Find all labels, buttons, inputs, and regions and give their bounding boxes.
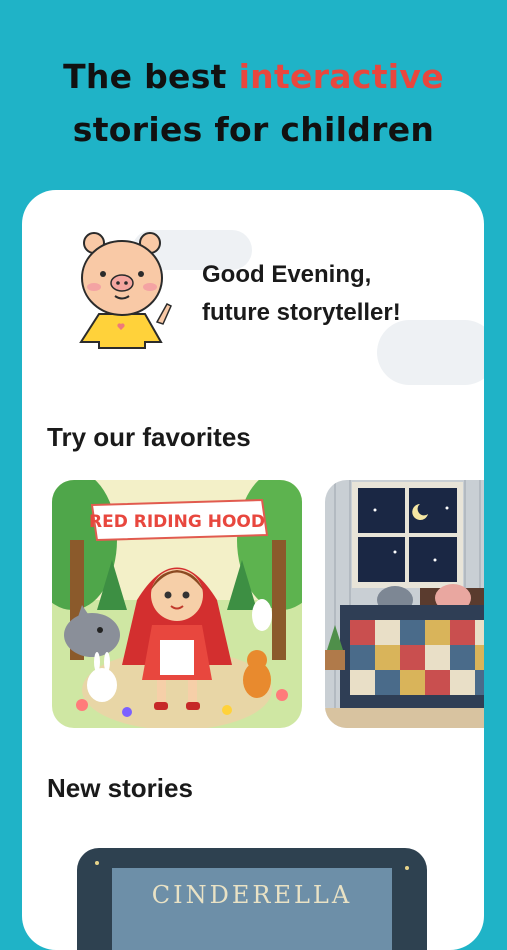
greeting-line-1: Good Evening, <box>202 261 372 288</box>
greeting-text: Good Evening, future storyteller! <box>202 256 462 332</box>
hero-title-line-1: The best interactive <box>0 50 507 103</box>
story-card-red-riding-hood[interactable]: RED RIDING HOOD <box>52 480 302 728</box>
pig-mascot-icon <box>77 230 177 355</box>
hero-title-accent: interactive <box>238 57 444 96</box>
new-stories-section-title: New stories <box>47 773 193 803</box>
hero-title-prefix: The best <box>63 57 227 96</box>
hero-title: The best interactive stories for childre… <box>0 50 507 156</box>
story-card-title: RED RIDING HOOD <box>89 512 265 532</box>
greeting-line-2: future storyteller! <box>202 299 401 326</box>
story-card-title: CINDERELLA <box>152 881 352 909</box>
story-card-bedtime[interactable] <box>325 480 484 728</box>
story-card-cinderella[interactable]: CINDERELLA <box>77 848 427 950</box>
app-screen: Good Evening, future storyteller! Try ou… <box>22 190 484 950</box>
hero-title-line-2: stories for children <box>72 110 435 149</box>
favorites-section-title: Try our favorites <box>47 422 251 452</box>
